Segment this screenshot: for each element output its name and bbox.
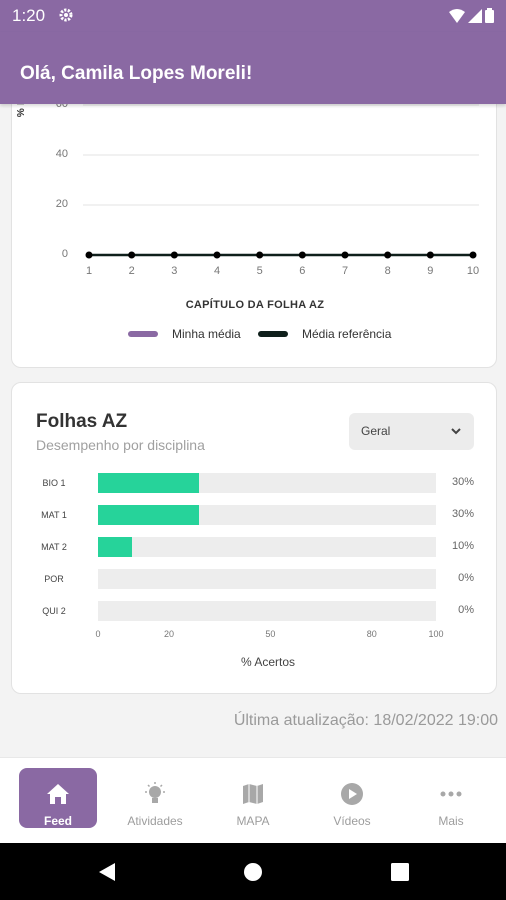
battery-icon [485, 8, 494, 23]
data-point [256, 251, 264, 259]
bar-value-label: 30% [451, 476, 474, 488]
wifi-icon [449, 9, 465, 23]
system-icons [449, 8, 494, 23]
recents-square-icon[interactable] [391, 863, 409, 881]
tab-label: Feed [43, 814, 72, 828]
bar-track [98, 473, 436, 493]
tab-label: Atividades [127, 814, 183, 828]
line-chart-x-axis-label: CAPÍTULO DA FOLHA AZ [185, 299, 325, 311]
legend-swatch-dark [258, 331, 288, 337]
tab-label: Vídeos [333, 814, 371, 828]
home-circle-icon[interactable] [243, 862, 263, 882]
chevron-down-icon [451, 428, 461, 435]
status-time: 1:20 [12, 6, 46, 25]
data-point [426, 251, 434, 259]
settings-gear-icon [59, 8, 73, 22]
legend-item-media-referencia: Média referência [258, 327, 391, 341]
lightbulb-icon [145, 782, 165, 803]
last-update-text: Última atualização: 18/02/2022 19:00 [233, 712, 498, 729]
play-circle-icon [341, 783, 363, 805]
bar-value-label: 10% [451, 540, 474, 552]
back-icon[interactable] [97, 862, 117, 882]
legend-item-minha-media: Minha média [128, 327, 241, 341]
tab-mapa[interactable]: MAPA [214, 768, 292, 828]
bar-track [98, 569, 436, 589]
bar-x-tick-label: 20 [163, 629, 174, 639]
bar-fill [98, 473, 200, 493]
bar-fill [98, 537, 132, 557]
legend-label: Média referência [302, 327, 392, 341]
bar-track [98, 601, 436, 621]
bar-category-label: QUI 2 [42, 606, 66, 616]
data-point [213, 251, 221, 259]
map-icon [243, 784, 263, 804]
system-nav-bar [0, 843, 506, 900]
bar-category-label: MAT 1 [41, 510, 67, 520]
data-point [384, 251, 392, 259]
discipline-filter-select[interactable]: Geral [349, 413, 474, 450]
tab-atividades[interactable]: Atividades [116, 768, 194, 828]
data-point [469, 251, 477, 259]
bar-value-label: 0% [458, 604, 474, 616]
home-icon [47, 784, 69, 804]
data-point [341, 251, 349, 259]
data-point [170, 251, 178, 259]
card-subtitle: Desempenho por disciplina [36, 437, 205, 453]
bar-category-label: POR [44, 574, 64, 584]
bar-category-label: BIO 1 [42, 478, 66, 488]
bottom-tab-bar: Feed Atividades MAPA Vídeos Mais [0, 757, 506, 843]
signal-icon [468, 9, 482, 23]
bar-chart-x-axis-label: % Acertos [240, 655, 296, 669]
select-value: Geral [361, 424, 391, 438]
card-title: Folhas AZ [36, 411, 128, 432]
legend-label: Minha média [172, 327, 241, 341]
app-header: Olá, Camila Lopes Moreli! [0, 32, 506, 104]
bar-x-tick-label: 100 [428, 629, 444, 639]
bar-x-tick-label: 80 [366, 629, 377, 639]
greeting-title: Olá, Camila Lopes Moreli! [20, 63, 253, 84]
bar-value-label: 0% [458, 572, 474, 584]
legend-swatch-purple [128, 331, 158, 337]
bar-category-label: MAT 2 [41, 542, 67, 552]
bar-x-tick-label: 50 [265, 629, 276, 639]
tab-mais[interactable]: Mais [412, 768, 490, 828]
more-dots-icon [440, 791, 462, 797]
data-point [128, 251, 136, 259]
bar-fill [98, 505, 200, 525]
performance-line-chart-card: % DE ACERTOS 020406012345678910 CAPÍTULO… [11, 37, 497, 368]
bar-value-label: 30% [451, 508, 474, 520]
tab-videos[interactable]: Vídeos [313, 768, 391, 828]
bar-track [98, 505, 436, 525]
tab-feed[interactable]: Feed [19, 768, 97, 828]
bar-x-tick-label: 0 [95, 629, 101, 639]
data-point [298, 251, 306, 259]
data-point [85, 251, 93, 259]
folhas-az-card: Folhas AZ Desempenho por disciplina Gera… [11, 382, 497, 694]
tab-label: MAPA [236, 814, 270, 828]
tab-label: Mais [438, 814, 464, 828]
bar-track [98, 537, 436, 557]
status-bar: 1:20 [0, 0, 506, 32]
